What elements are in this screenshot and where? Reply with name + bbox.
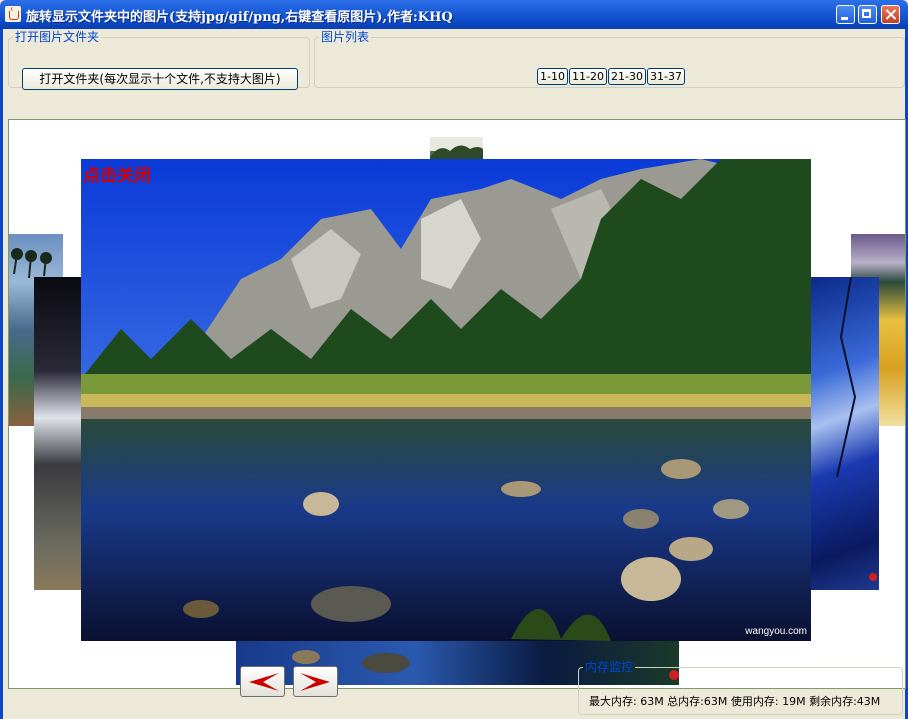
image-carousel[interactable]: 点击关闭 wangyou.com: [8, 119, 906, 689]
open-folder-group: 打开图片文件夹 打开文件夹(每次显示十个文件,不支持大图片): [8, 30, 310, 90]
memory-monitor-legend: 内存监控: [585, 660, 634, 674]
main-photo[interactable]: 点击关闭 wangyou.com: [81, 159, 811, 641]
window-title: 旋转显示文件夹中的图片(支持jpg/gif/png,右键查看原图片),作者:KH…: [26, 10, 453, 25]
range-button-3[interactable]: 21-30: [608, 68, 646, 85]
open-folder-button[interactable]: 打开文件夹(每次显示十个文件,不支持大图片): [22, 68, 298, 90]
previous-button[interactable]: [240, 666, 285, 697]
java-cup-icon: [5, 6, 21, 22]
arrow-right-icon: [300, 673, 330, 691]
carousel-thumbnail[interactable]: [34, 277, 82, 590]
title-bar[interactable]: 旋转显示文件夹中的图片(支持jpg/gif/png,右键查看原图片),作者:KH…: [0, 0, 908, 29]
watermark-label: wangyou.com: [745, 626, 807, 637]
range-button-2[interactable]: 11-20: [569, 68, 607, 85]
range-button-1[interactable]: 1-10: [537, 68, 568, 85]
memory-monitor-group: 内存监控 最大内存: 63M 总内存:63M 使用内存: 19M 剩余内存:43…: [578, 661, 903, 715]
memory-status-text: 最大内存: 63M 总内存:63M 使用内存: 19M 剩余内存:43M: [589, 695, 881, 708]
minimize-button[interactable]: [836, 5, 855, 24]
range-button-4[interactable]: 31-37: [647, 68, 685, 85]
arrow-left-icon: [249, 673, 279, 691]
picture-list-legend: 图片列表: [321, 30, 370, 44]
close-hint-label[interactable]: 点击关闭: [83, 161, 151, 186]
close-button[interactable]: [881, 5, 900, 24]
picture-list-group: 图片列表 1-10 11-20 21-30 31-37: [314, 31, 905, 88]
maximize-button[interactable]: [858, 5, 877, 24]
carousel-thumbnail[interactable]: [811, 277, 879, 590]
window-client-area: 打开图片文件夹 打开文件夹(每次显示十个文件,不支持大图片) 图片列表 1-10…: [0, 29, 908, 719]
next-button[interactable]: [293, 666, 338, 697]
open-folder-legend: 打开图片文件夹: [15, 30, 100, 44]
